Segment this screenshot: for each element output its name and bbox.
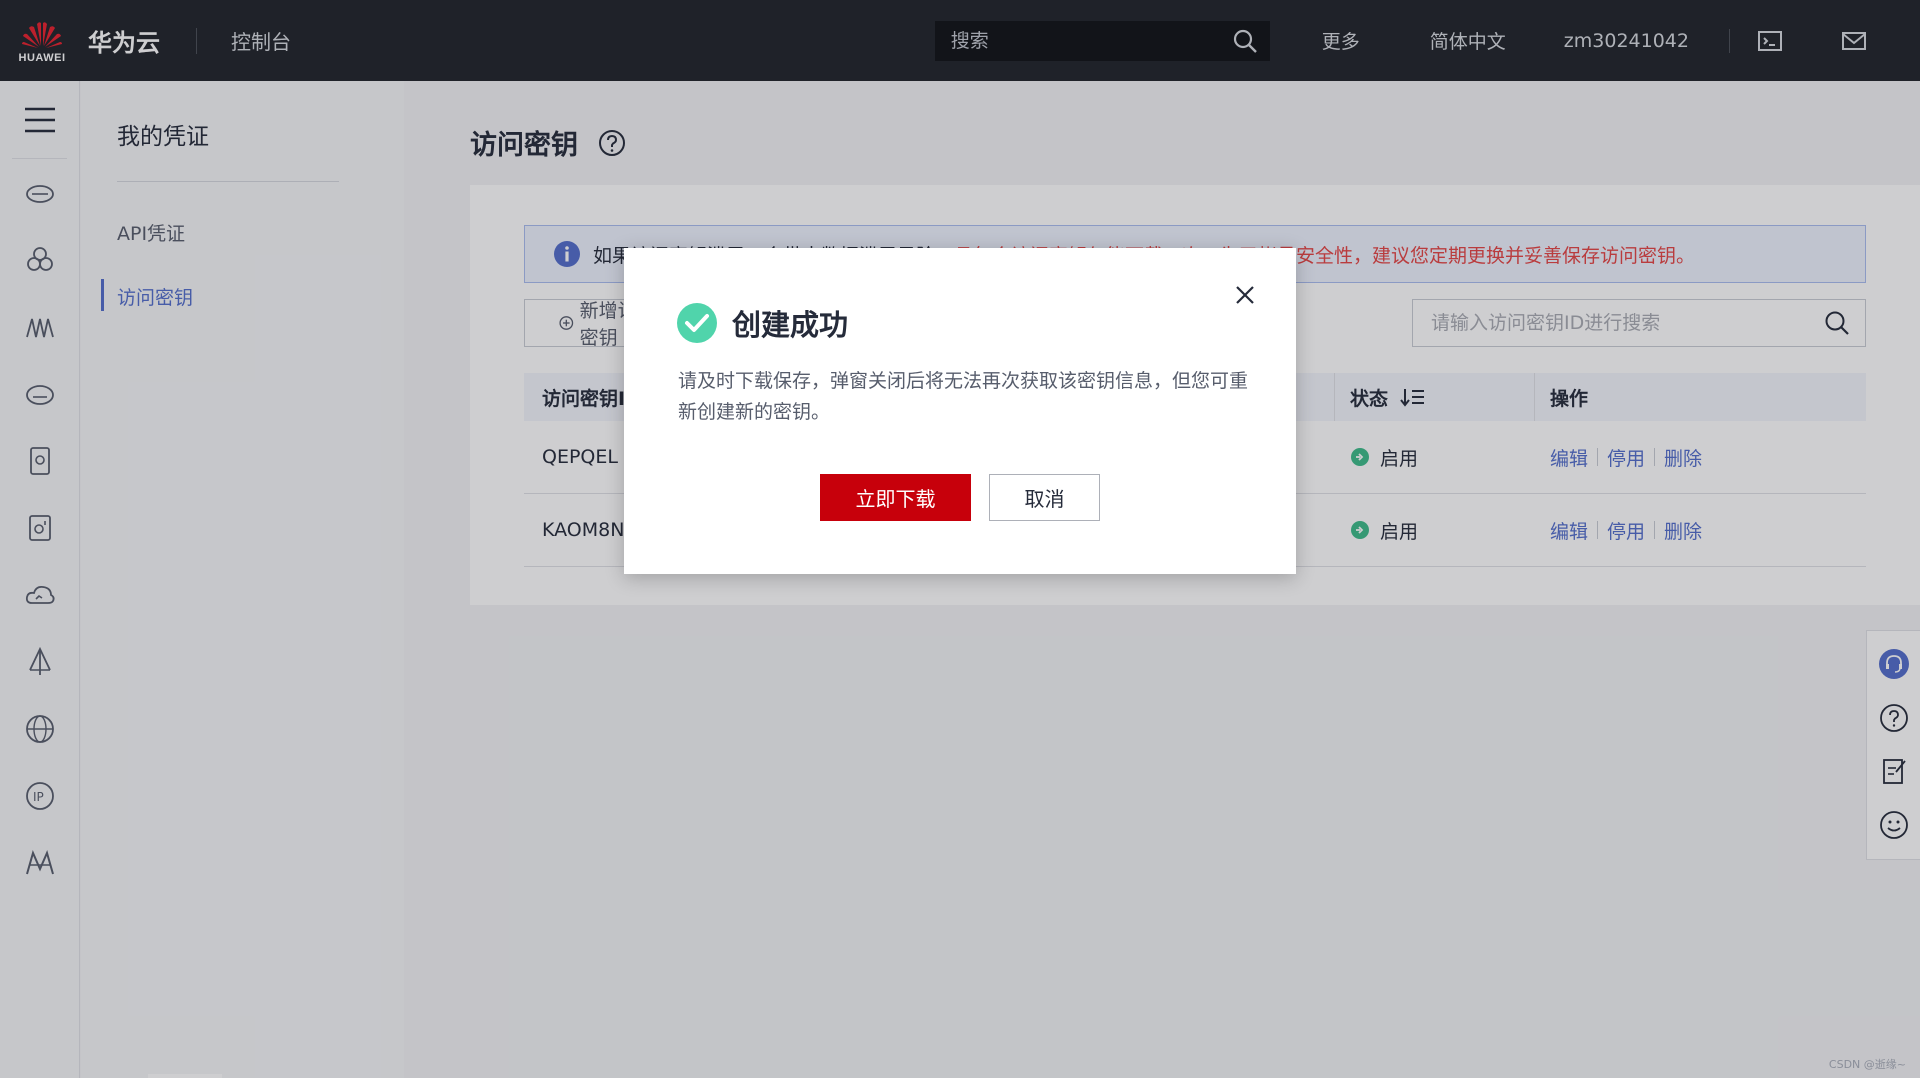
dialog-title: 创建成功 <box>732 308 849 342</box>
cancel-button[interactable]: 取消 <box>989 474 1100 521</box>
close-icon[interactable] <box>1232 282 1258 308</box>
watermark: CSDN @逝缘~ <box>1828 1058 1906 1071</box>
dialog-actions: 立即下载 取消 <box>820 474 1100 521</box>
dialog-header: 创建成功 <box>676 302 848 344</box>
download-now-button[interactable]: 立即下载 <box>820 474 971 521</box>
create-success-dialog: 创建成功 请及时下载保存，弹窗关闭后将无法再次获取该密钥信息，但您可重新创建新的… <box>624 248 1296 574</box>
success-check-icon <box>677 303 717 343</box>
dialog-message: 请及时下载保存，弹窗关闭后将无法再次获取该密钥信息，但您可重新创建新的密钥。 <box>678 370 1249 423</box>
